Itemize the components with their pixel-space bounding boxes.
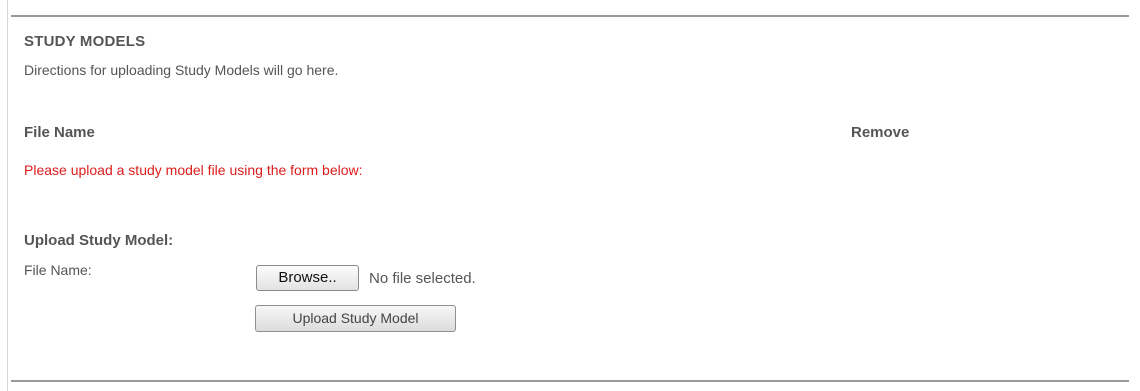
- column-header-remove: Remove: [851, 124, 910, 141]
- column-header-file-name: File Name: [24, 124, 95, 141]
- upload-heading: Upload Study Model:: [24, 232, 174, 249]
- empty-files-message: Please upload a study model file using t…: [24, 162, 363, 178]
- section-directions: Directions for uploading Study Models wi…: [24, 62, 339, 78]
- browse-button[interactable]: Browse..: [256, 265, 359, 291]
- bottom-divider: [11, 380, 1129, 382]
- file-name-label: File Name:: [24, 262, 92, 278]
- upload-study-model-button[interactable]: Upload Study Model: [255, 305, 456, 332]
- panel-left-border: [7, 0, 8, 391]
- top-divider: [11, 15, 1129, 17]
- section-title: STUDY MODELS: [24, 33, 146, 50]
- file-selection-status: No file selected.: [369, 270, 476, 287]
